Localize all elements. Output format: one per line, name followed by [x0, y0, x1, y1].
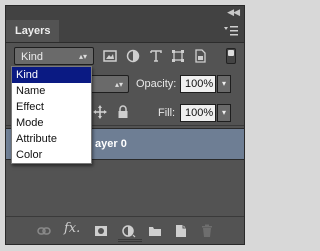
chevron-updown-icon: ▴▾	[78, 52, 87, 61]
menu-item-effect[interactable]: Effect	[12, 99, 91, 115]
filter-toggle-switch[interactable]	[226, 48, 236, 64]
type-layer-filter-icon[interactable]	[149, 49, 163, 63]
new-layer-icon[interactable]	[174, 224, 188, 238]
filter-kind-value: Kind	[21, 51, 44, 63]
toggle-knob	[228, 50, 234, 56]
delete-layer-trash-icon[interactable]	[200, 224, 214, 238]
tab-layers[interactable]: Layers	[6, 20, 60, 42]
menu-item-mode[interactable]: Mode	[12, 115, 91, 131]
new-adjustment-layer-icon[interactable]	[122, 224, 136, 238]
fill-label: Fill:	[158, 107, 176, 119]
fill-input[interactable]: 100%	[180, 104, 216, 122]
adjustment-layer-filter-icon[interactable]	[126, 49, 140, 63]
opacity-dropdown-button[interactable]: ▾	[217, 75, 231, 93]
layer-name: ayer 0	[95, 138, 127, 150]
opacity-label: Opacity:	[136, 78, 177, 90]
layer-list-empty-area[interactable]	[6, 160, 244, 216]
collapse-panel-icon[interactable]: ◀◀	[227, 7, 240, 18]
smart-object-filter-icon[interactable]	[193, 49, 207, 63]
opacity-input[interactable]: 100%	[180, 75, 216, 93]
filter-kind-dropdown-menu: Kind Name Effect Mode Attribute Color	[11, 66, 92, 164]
layer-style-fx-icon[interactable]: fx.	[64, 221, 84, 236]
filter-kind-select[interactable]: Kind ▴▾	[14, 47, 94, 65]
add-mask-icon[interactable]	[94, 224, 108, 238]
chevron-updown-icon: ▴▾	[114, 80, 123, 89]
fill-dropdown-button[interactable]: ▾	[217, 104, 231, 122]
shape-layer-filter-icon[interactable]	[171, 49, 185, 63]
menu-item-name[interactable]: Name	[12, 83, 91, 99]
new-group-folder-icon[interactable]	[148, 224, 162, 238]
link-layers-icon[interactable]	[37, 224, 51, 238]
panel-tab-row: Layers	[6, 20, 244, 43]
pixel-layer-filter-icon[interactable]	[103, 49, 117, 63]
lock-position-icon[interactable]	[93, 105, 107, 119]
resize-grip-icon[interactable]	[118, 238, 142, 243]
menu-item-kind[interactable]: Kind	[12, 67, 91, 83]
panel-top-strip: ◀◀	[6, 6, 244, 21]
panel-menu-icon[interactable]	[224, 26, 238, 36]
lock-all-icon[interactable]	[116, 105, 130, 119]
menu-item-attribute[interactable]: Attribute	[12, 131, 91, 147]
menu-item-color[interactable]: Color	[12, 147, 91, 163]
